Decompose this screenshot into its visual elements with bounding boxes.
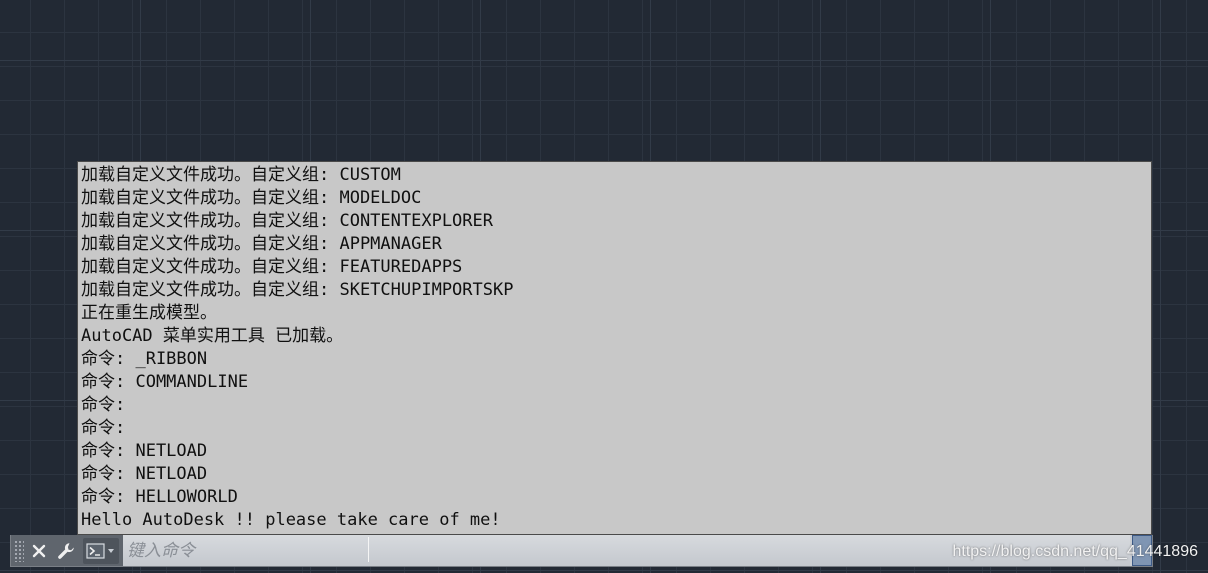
history-line: AutoCAD 菜单实用工具 已加载。 [81,326,344,346]
history-line: 命令: NETLOAD [81,441,208,461]
history-line: 命令: [81,395,126,415]
recent-commands-button[interactable] [83,537,119,564]
command-history-panel: 加载自定义文件成功。自定义组: CUSTOM 加载自定义文件成功。自定义组: M… [77,161,1152,535]
command-prompt-icon [86,542,114,559]
input-divider [368,537,369,562]
drag-grip-icon[interactable] [14,539,24,562]
history-line: 加载自定义文件成功。自定义组: SKETCHUPIMPORTSKP [81,280,514,300]
command-line-toolbar [11,535,123,566]
history-line: 正在重生成模型。 [81,303,217,323]
history-line: 命令: [81,418,126,438]
history-line: 加载自定义文件成功。自定义组: APPMANAGER [81,234,442,254]
history-line: 加载自定义文件成功。自定义组: CUSTOM [81,165,401,185]
history-line: 命令: COMMANDLINE [81,372,249,392]
history-line: 命令: HELLOWORLD [81,487,238,507]
command-input[interactable] [127,538,367,563]
customize-button[interactable] [53,538,79,564]
history-line: 命令: _RIBBON [81,349,208,369]
close-button[interactable] [27,538,51,564]
history-line: 加载自定义文件成功。自定义组: FEATUREDAPPS [81,257,463,277]
close-icon [32,544,46,557]
watermark-text: https://blog.csdn.net/qq_41441896 [952,543,1198,560]
history-line: Hello AutoDesk !! please take care of me… [81,510,501,530]
history-line: 命令: NETLOAD [81,464,208,484]
history-line: 加载自定义文件成功。自定义组: MODELDOC [81,188,422,208]
wrench-icon [58,542,74,559]
history-line: 加载自定义文件成功。自定义组: CONTENTEXPLORER [81,211,493,231]
